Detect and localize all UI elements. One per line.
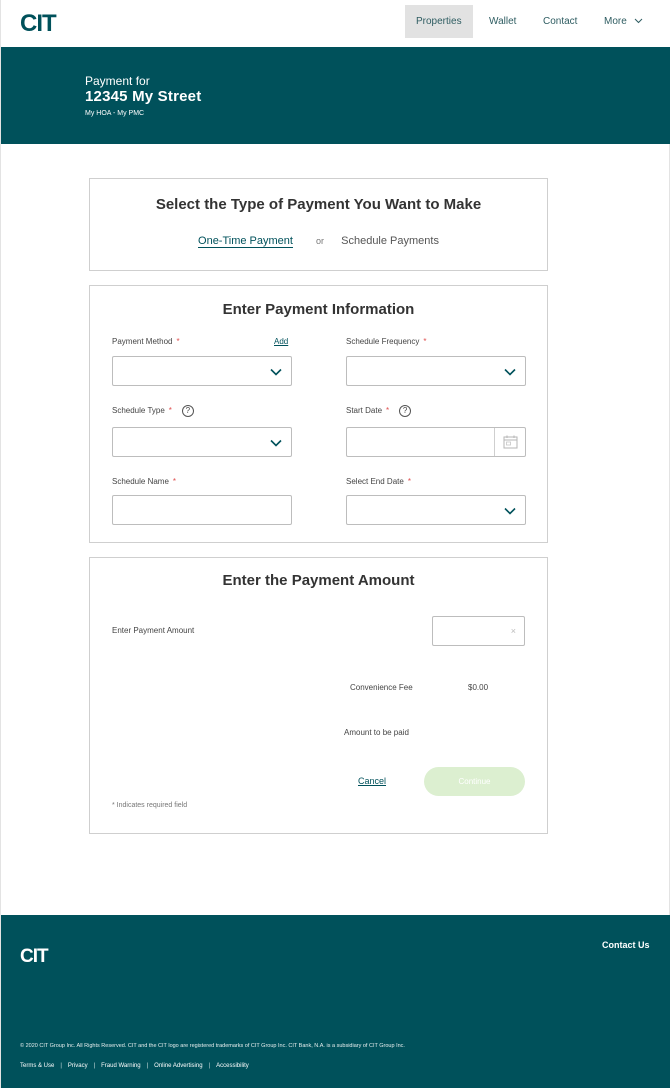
payment-amount-title: Enter the Payment Amount xyxy=(222,572,415,589)
top-nav: CIT Properties Wallet Contact More xyxy=(1,0,670,47)
property-address: 12345 My Street xyxy=(85,88,202,105)
footer-link-fraud-warning[interactable]: Fraud Warning xyxy=(101,1063,140,1069)
calendar-button[interactable] xyxy=(494,428,525,456)
chevron-down-icon xyxy=(504,368,516,376)
or-separator: or xyxy=(316,236,325,246)
calendar-icon xyxy=(503,435,518,449)
payment-type-options: One-Time Payment or Schedule Payments xyxy=(90,235,547,247)
hero-banner: Payment for 12345 My Street My HOA - My … xyxy=(1,47,670,144)
chevron-down-icon xyxy=(504,507,516,515)
continue-button[interactable]: Continue xyxy=(424,767,525,796)
schedule-frequency-text: Schedule Frequency xyxy=(346,337,420,346)
cit-logo-footer[interactable]: CIT xyxy=(20,945,64,964)
payment-type-title: Select the Type of Payment You Want to M… xyxy=(155,196,482,213)
convenience-fee-label: Convenience Fee xyxy=(350,683,413,692)
nav-contact[interactable]: Contact xyxy=(532,5,588,38)
footer-copyright: © 2020 CIT Group Inc. All Rights Reserve… xyxy=(20,1043,405,1049)
nav-properties[interactable]: Properties xyxy=(405,5,473,38)
schedule-type-label: Schedule Type *? xyxy=(112,405,194,417)
one-time-payment-link[interactable]: One-Time Payment xyxy=(198,235,293,247)
required-mark: * xyxy=(423,337,427,346)
payment-amount-card: Enter the Payment Amount Enter Payment A… xyxy=(89,557,548,834)
convenience-fee-value: $0.00 xyxy=(468,683,489,692)
cit-logo[interactable]: CIT xyxy=(20,10,78,34)
payment-method-label: Payment Method * xyxy=(112,337,180,346)
chevron-down-icon xyxy=(270,439,282,447)
footer-links: Terms & Use | Privacy | Fraud Warning | Online… xyxy=(20,1063,249,1069)
nav-more[interactable]: More xyxy=(593,5,654,38)
required-mark: * xyxy=(386,406,390,416)
cancel-link[interactable]: Cancel xyxy=(358,776,386,786)
payment-amount-input[interactable]: × xyxy=(432,616,525,646)
required-mark: * xyxy=(407,477,411,486)
nav-wallet[interactable]: Wallet xyxy=(478,5,527,38)
amount-to-be-paid-label: Amount to be paid xyxy=(344,728,409,737)
payment-info-card: Enter Payment Information Payment Method… xyxy=(89,285,548,543)
clear-icon[interactable]: × xyxy=(511,626,516,636)
svg-text:CIT: CIT xyxy=(20,946,49,964)
chevron-down-icon xyxy=(270,368,282,376)
nav-more-label: More xyxy=(604,16,627,27)
start-date-text: Start Date xyxy=(346,406,383,416)
payment-for-label: Payment for xyxy=(85,74,150,88)
footer-link-accessibility[interactable]: Accessibility xyxy=(216,1063,249,1069)
required-mark: * xyxy=(168,406,172,416)
help-icon[interactable]: ? xyxy=(181,405,194,417)
footer-link-privacy[interactable]: Privacy xyxy=(68,1063,88,1069)
payment-type-card: Select the Type of Payment You Want to M… xyxy=(89,178,548,271)
payment-info-title: Enter Payment Information xyxy=(222,301,415,318)
schedule-name-input[interactable] xyxy=(112,495,292,525)
footer-link-terms[interactable]: Terms & Use xyxy=(20,1063,54,1069)
end-date-select[interactable] xyxy=(346,495,526,525)
required-mark: * xyxy=(176,337,180,346)
enter-amount-label: Enter Payment Amount xyxy=(112,626,195,635)
footer: CIT Contact Us © 2020 CIT Group Inc. All… xyxy=(1,915,670,1088)
svg-text:CIT: CIT xyxy=(20,10,57,34)
schedule-name-text: Schedule Name xyxy=(112,477,169,486)
schedule-frequency-label: Schedule Frequency * xyxy=(346,337,427,346)
start-date-label: Start Date *? xyxy=(346,405,412,417)
schedule-name-label: Schedule Name * xyxy=(112,477,176,486)
required-mark: * xyxy=(172,477,177,486)
payment-method-text: Payment Method xyxy=(112,337,173,346)
required-field-note: * Indicates required field xyxy=(112,802,188,809)
footer-contact-us-link[interactable]: Contact Us xyxy=(602,940,650,950)
hoa-name: My HOA - My PMC xyxy=(85,110,145,117)
footer-link-online-advertising[interactable]: Online Advertising xyxy=(154,1063,202,1069)
schedule-frequency-select[interactable] xyxy=(346,356,526,386)
link-separator: | xyxy=(93,1063,96,1069)
link-separator: | xyxy=(146,1063,149,1069)
help-icon[interactable]: ? xyxy=(399,405,412,417)
end-date-label: Select End Date * xyxy=(346,477,411,486)
page: CIT Properties Wallet Contact More Payme… xyxy=(0,0,670,1088)
start-date-input[interactable] xyxy=(346,427,526,457)
chevron-down-icon xyxy=(634,19,642,24)
link-separator: | xyxy=(60,1063,62,1069)
payment-method-select[interactable] xyxy=(112,356,292,386)
schedule-type-text: Schedule Type xyxy=(112,406,165,416)
schedule-payments-link[interactable]: Schedule Payments xyxy=(341,235,439,247)
schedule-type-select[interactable] xyxy=(112,427,292,457)
link-separator: | xyxy=(208,1063,211,1069)
end-date-text: Select End Date xyxy=(346,477,404,486)
add-payment-method-link[interactable]: Add xyxy=(274,337,288,346)
